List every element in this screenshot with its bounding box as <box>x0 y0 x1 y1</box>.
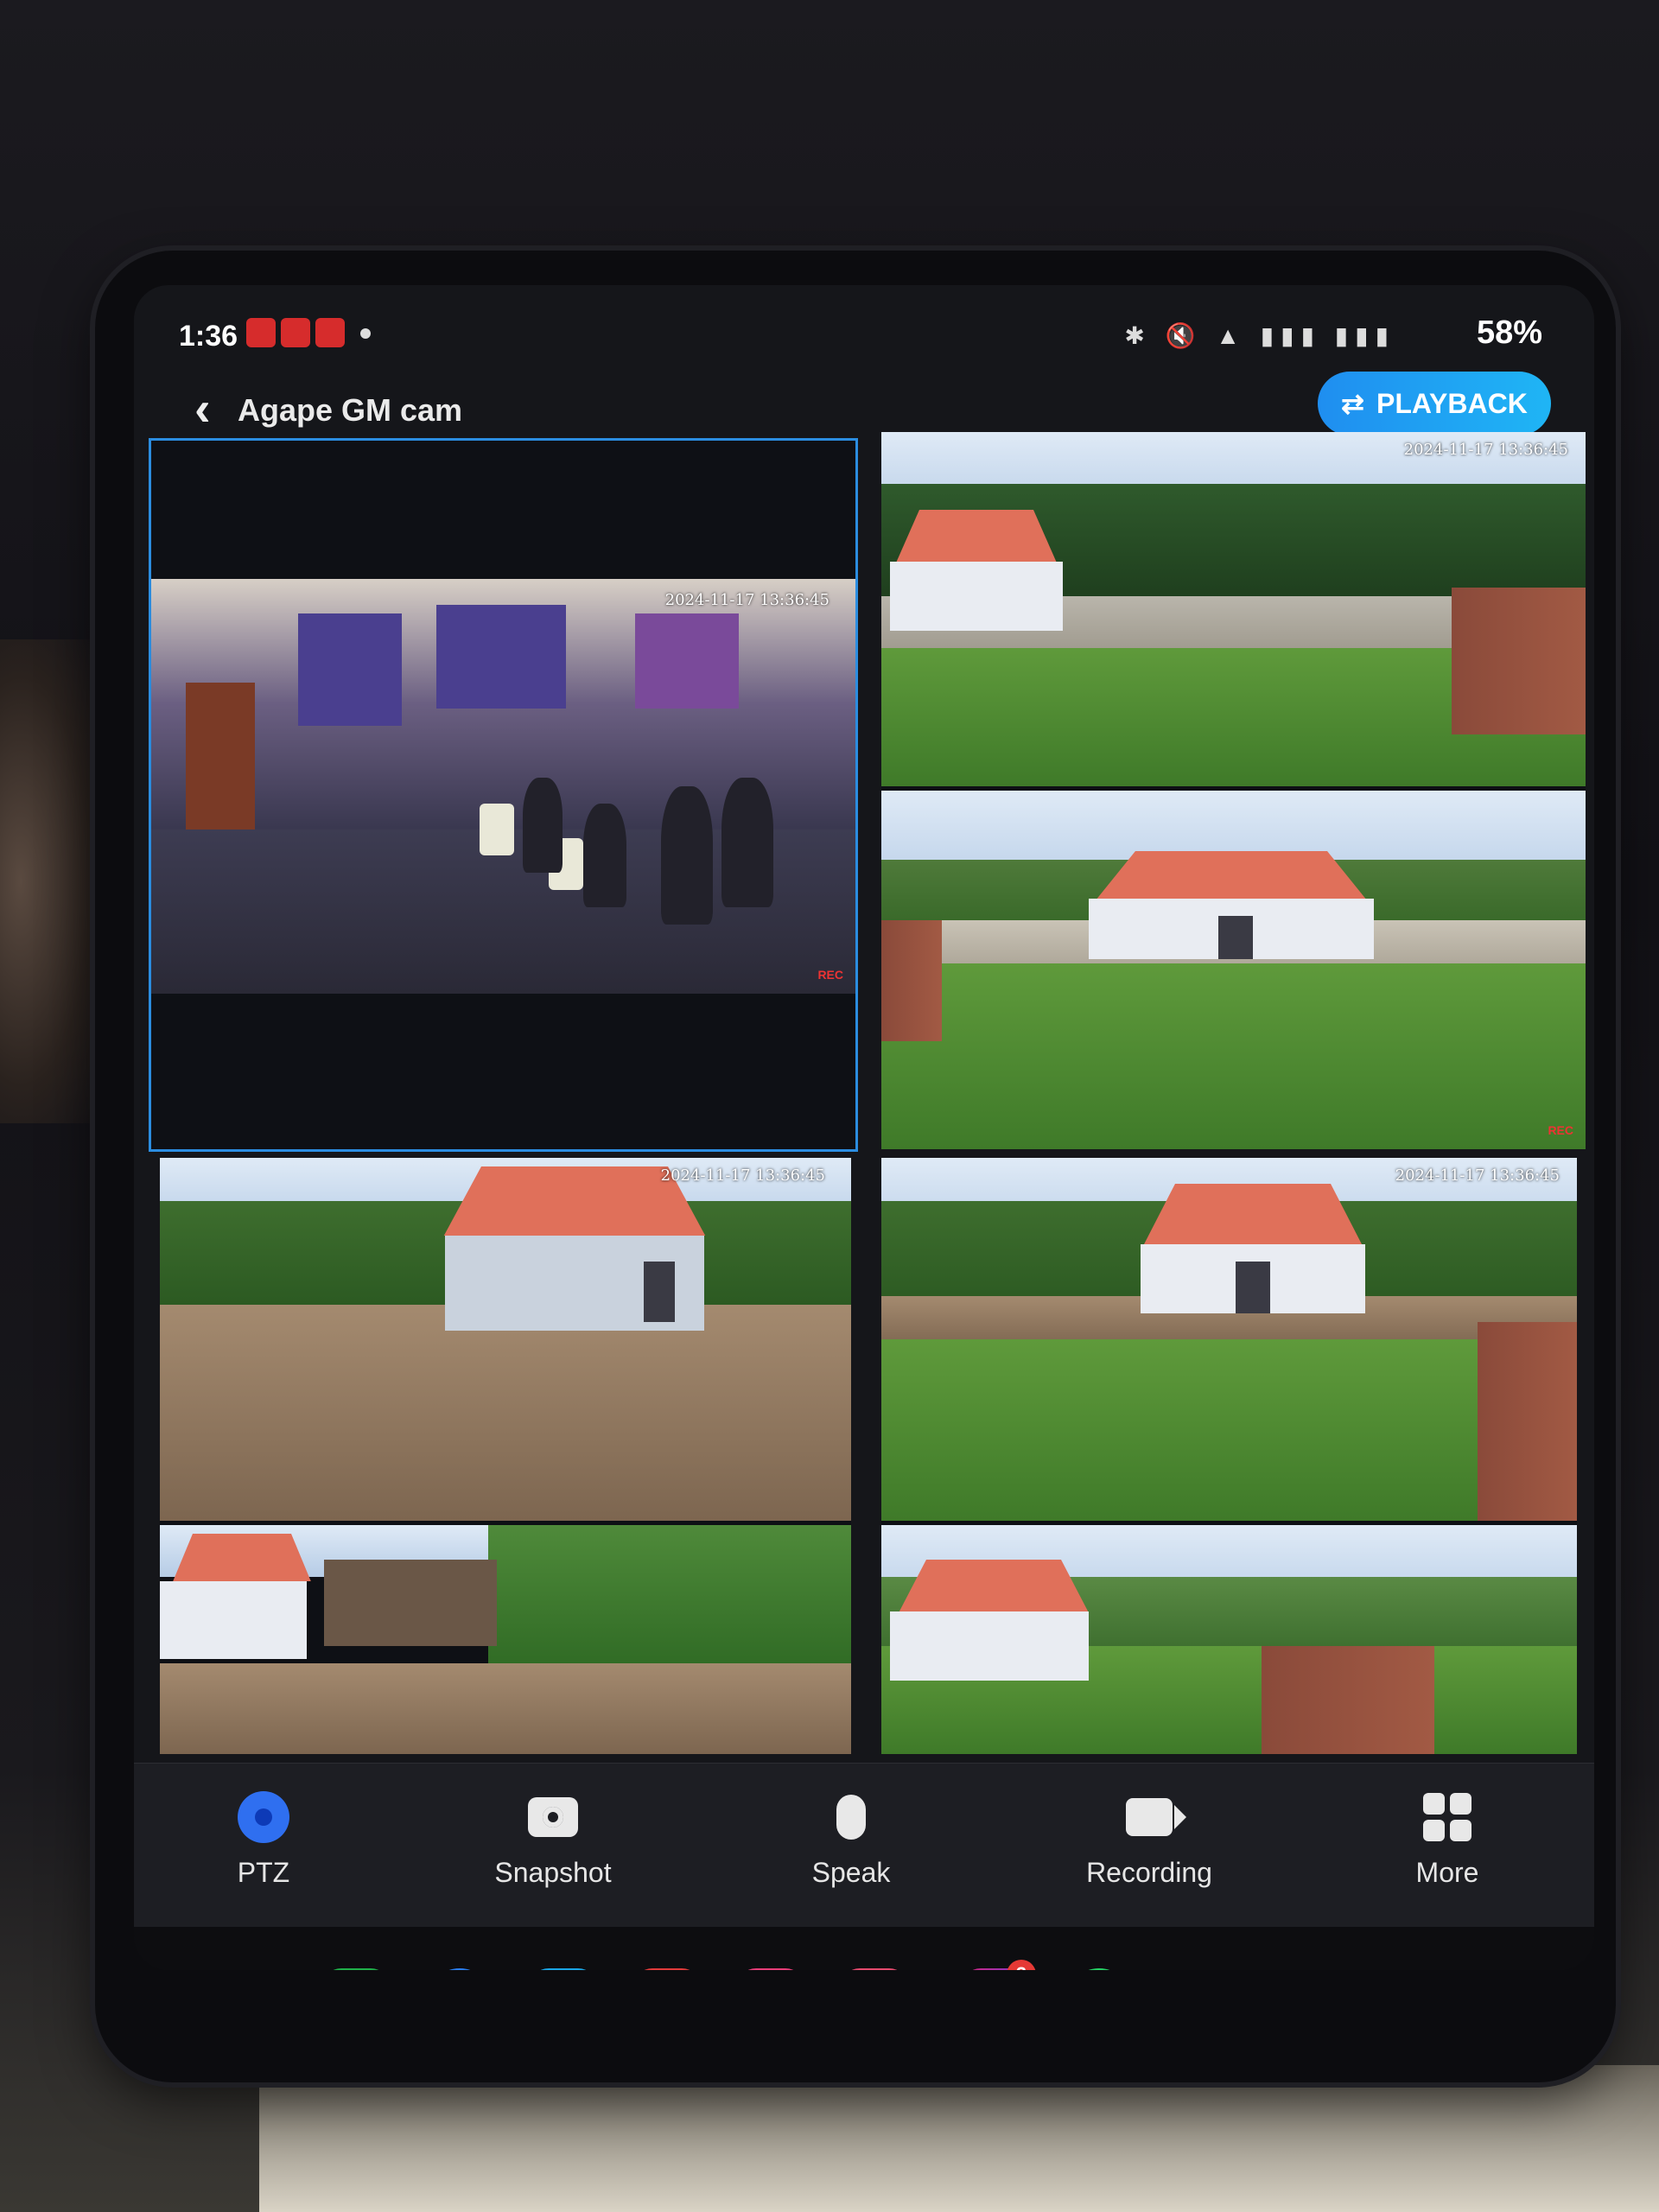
whatsapp-icon[interactable]: ✆ <box>1065 1968 1133 1970</box>
recording-button[interactable]: Recording <box>1063 1789 1236 1889</box>
camera-grid: 2024-11-17 13:36:45 REC 2024-11-17 13:36… <box>149 432 1586 1754</box>
rec-indicator: REC <box>1548 1123 1573 1137</box>
system-status-icons: ✱ 🔇 ▲ ▮▮▮ ▮▮▮ <box>1124 322 1395 349</box>
more-label: More <box>1415 1857 1479 1888</box>
house-wall-shape <box>160 1581 307 1659</box>
ptz-joystick-icon <box>238 1791 289 1843</box>
camera-timestamp: 2024-11-17 13:36:45 <box>1395 1166 1560 1185</box>
notification-dot-icon <box>360 328 371 339</box>
shed-shape <box>324 1560 497 1646</box>
recording-label: Recording <box>1086 1857 1212 1888</box>
side-feed-top: 2024-11-17 13:36:45 <box>881 1158 1577 1521</box>
camera-tile-front[interactable]: 2024-11-17 13:36:45 REC <box>881 432 1586 1149</box>
ptz-label: PTZ <box>237 1857 290 1888</box>
more-button[interactable]: More <box>1361 1789 1534 1889</box>
house-wall-shape <box>890 1611 1089 1681</box>
curtain-shape <box>635 613 739 709</box>
chevron-left-icon[interactable]: ‹ <box>194 380 211 436</box>
camera-toolbar: PTZ Snapshot Speak Recording More <box>134 1763 1594 1928</box>
phone-screen: 1:36 ✱ 🔇 ▲ ▮▮▮ ▮▮▮ 58% ‹ Agape GM cam ⇄ … <box>134 285 1594 1970</box>
side-feed-bottom <box>881 1525 1577 1754</box>
curtain-shape <box>436 605 566 709</box>
playback-label: PLAYBACK <box>1376 387 1528 419</box>
indoor-feed: 2024-11-17 13:36:45 REC <box>151 579 855 994</box>
hand-background <box>0 639 104 1123</box>
battery-level: 58% <box>1476 315 1542 351</box>
snapshot-button[interactable]: Snapshot <box>467 1789 639 1889</box>
person-shape <box>721 778 773 907</box>
notes-icon[interactable]: ▰ <box>633 1968 701 1970</box>
swap-arrows-icon: ⇄ <box>1341 388 1364 419</box>
brick-wall-shape <box>1262 1646 1434 1754</box>
speak-button[interactable]: Speak <box>765 1789 938 1889</box>
snapshot-label: Snapshot <box>494 1857 612 1888</box>
brick-wall-shape <box>1452 588 1586 734</box>
table-background <box>259 2065 1659 2212</box>
ptz-button[interactable]: PTZ <box>177 1789 350 1889</box>
person-shape <box>661 786 713 925</box>
camera-tile-indoor[interactable]: 2024-11-17 13:36:45 REC <box>149 438 858 1152</box>
page-title: Agape GM cam <box>238 392 463 428</box>
notification-icons <box>246 318 345 347</box>
camera-tile-back[interactable]: 2024-11-17 13:36:45 <box>160 1158 851 1754</box>
brick-wall-shape <box>1478 1322 1577 1521</box>
phone-icon[interactable]: ✆ <box>322 1968 390 1970</box>
microphone-icon <box>836 1795 866 1840</box>
chair-shape <box>480 804 514 855</box>
notification-badge: 3 <box>1007 1960 1036 1970</box>
person-shape <box>583 804 626 907</box>
grid-more-icon <box>1423 1793 1471 1841</box>
flower-icon[interactable]: ✿ <box>737 1968 804 1970</box>
back-feed-bottom <box>160 1525 851 1754</box>
house-wall-shape <box>890 562 1063 631</box>
back-feed-top: 2024-11-17 13:36:45 <box>160 1158 851 1521</box>
camera-tile-side[interactable]: 2024-11-17 13:36:45 <box>881 1158 1577 1754</box>
status-bar: 1:36 ✱ 🔇 ▲ ▮▮▮ ▮▮▮ 58% <box>134 285 1594 354</box>
screen-recorder-icon[interactable]: ▣ <box>841 1968 908 1970</box>
camera-timestamp: 2024-11-17 13:36:45 <box>664 591 830 609</box>
status-time: 1:36 <box>179 320 238 353</box>
camera-timestamp: 2024-11-17 13:36:45 <box>660 1166 825 1185</box>
speak-label: Speak <box>811 1857 891 1888</box>
rec-indicator: REC <box>817 968 843 982</box>
instagram-icon[interactable]: ◎ 3 <box>962 1960 1036 1970</box>
camera-icon <box>528 1797 578 1837</box>
camera-timestamp: 2024-11-17 13:36:45 <box>1403 441 1568 459</box>
curtain-shape <box>298 613 402 726</box>
front-feed-top: 2024-11-17 13:36:45 <box>881 432 1586 786</box>
camera-app-icon[interactable]: ◉ <box>530 1968 597 1970</box>
person-shape <box>523 778 563 873</box>
messages-icon[interactable]: … <box>426 1968 493 1970</box>
front-feed-bottom: REC <box>881 791 1586 1149</box>
taskbar: ✆ … ◉ ▰ ✿ ▣ ◎ 3 ✆ ||| ▢ ‹ <box>134 1927 1594 1970</box>
video-camera-icon <box>1126 1798 1186 1836</box>
brick-wall-shape <box>881 920 942 1041</box>
playback-button[interactable]: ⇄ PLAYBACK <box>1318 372 1551 435</box>
